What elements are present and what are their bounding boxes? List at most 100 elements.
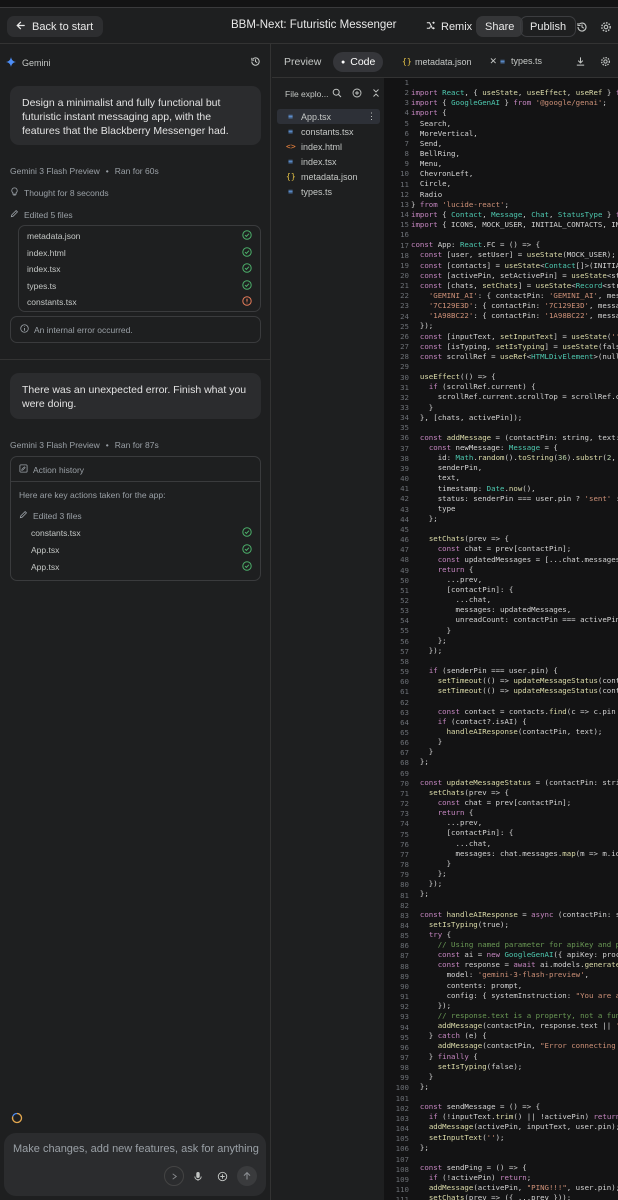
code-line: setIsTyping(false); [437, 1061, 523, 1071]
explorer-file-constants[interactable]: ≡ constants.tsx [277, 124, 380, 139]
file-row[interactable]: types.ts [27, 278, 252, 294]
remix-button[interactable]: Remix [425, 16, 472, 37]
code-line: }); [411, 1000, 452, 1010]
file-row[interactable]: constants.tsx [31, 525, 252, 541]
tab-code[interactable]: ● Code [333, 52, 384, 72]
code-line: } [411, 402, 434, 412]
code-line: const addMessage = (contactPin: string, … [419, 432, 618, 442]
line-number: 104 [395, 1124, 409, 1134]
file-name: metadata.json [27, 231, 81, 241]
file-name: constants.tsx [27, 297, 77, 307]
close-icon[interactable]: ✕ [490, 56, 498, 67]
code-line: addMessage(activePin, "PING!!!", user.pi… [428, 1183, 618, 1193]
ts-file-icon: ≡ [500, 56, 505, 66]
file-name: index.html [27, 247, 66, 258]
line-number: 54 [400, 616, 409, 626]
attach-icon[interactable] [164, 1166, 184, 1186]
thought-toggle[interactable]: Thought for 8 seconds [10, 187, 109, 198]
code-line: [contactPin]: { [411, 828, 514, 838]
line-number: 88 [400, 961, 409, 971]
file-row[interactable]: index.tsx [27, 261, 252, 277]
explorer-file-index-html[interactable]: <> index.html [277, 139, 380, 154]
code-line: const [isTyping, setIsTyping] = useState… [419, 341, 618, 351]
assistant-name: Gemini [22, 58, 51, 68]
explorer-file-metadata[interactable]: {} metadata.json [277, 169, 380, 184]
line-number: 33 [400, 403, 409, 412]
file-tab-metadata[interactable]: {} metadata.json ✕ [402, 56, 497, 67]
file-row[interactable]: App.tsx [31, 542, 252, 558]
prompt-input[interactable]: Make changes, add new features, ask for … [13, 1143, 259, 1155]
share-button[interactable]: Share [476, 16, 524, 37]
code-line: useEffect(() => { [419, 372, 496, 382]
action-history-header[interactable]: Action history [19, 464, 84, 475]
code-line: Send, [411, 138, 443, 148]
code-line: }; [411, 1081, 429, 1091]
tsx-file-icon: ≡ [288, 127, 293, 136]
edited-files-list: metadata.json index.html index.tsx types… [18, 225, 261, 312]
file-tab-types[interactable]: ≡ types.ts [498, 56, 542, 66]
code-area[interactable]: import React, { useState, useEffect, use… [411, 78, 618, 1200]
download-icon[interactable] [575, 56, 586, 70]
publish-button[interactable]: Publish [520, 16, 577, 37]
file-name: index.tsx [27, 264, 61, 274]
line-number: 25 [400, 321, 409, 331]
tab-preview[interactable]: Preview [276, 52, 329, 72]
editor-tabs-bar: Preview ● Code {} metadata.json ✕ ≡ type… [272, 44, 618, 78]
add-circle-icon[interactable] [212, 1166, 232, 1186]
code-line: import { [411, 108, 447, 118]
explorer-file-label: index.html [301, 141, 343, 152]
line-number: 101 [395, 1093, 409, 1103]
back-to-start-button[interactable]: Back to start [7, 16, 104, 37]
code-line: }); [411, 879, 443, 889]
code-line: BellRing, [411, 148, 460, 158]
microphone-icon[interactable] [188, 1166, 208, 1186]
file-row[interactable]: constants.tsx [27, 294, 252, 310]
line-number: 10 [400, 169, 409, 179]
file-row[interactable]: index.html [27, 245, 252, 261]
explorer-file-types[interactable]: ≡ types.ts [277, 184, 380, 199]
explorer-file-index-tsx[interactable]: ≡ index.tsx [277, 154, 380, 169]
json-file-icon: {} [402, 57, 412, 66]
model-name: Gemini 3 Flash Preview [10, 440, 100, 450]
code-line: setChats(prev => { [428, 787, 509, 797]
line-number: 87 [400, 951, 409, 961]
line-number: 26 [400, 331, 409, 341]
action-history-title: Action history [33, 464, 85, 475]
line-number: 107 [395, 1154, 409, 1164]
code-line: setInputText(''); [428, 1132, 505, 1142]
more-vertical-icon[interactable]: ⋮ [367, 111, 376, 122]
line-number: 83 [400, 910, 409, 920]
code-line: setChats(prev => ({ ...prev })); [428, 1193, 572, 1200]
code-editor[interactable]: 1 2 3 4 5 6 7 8 9 10 11 12 13 14 15 16 17 18 19 20 21 22 23 24 2… [384, 78, 618, 1200]
check-circle-icon [242, 527, 252, 539]
code-line: setIsTyping(true); [428, 919, 509, 929]
settings-gear-icon[interactable] [600, 21, 613, 34]
line-number: 27 [400, 342, 409, 352]
add-file-icon[interactable] [352, 88, 362, 101]
line-number: 42 [400, 494, 409, 504]
line-number: 6 [404, 128, 409, 138]
check-circle-icon [242, 544, 252, 556]
code-line: scrollRef.current.scrollTop = scrollRef.… [437, 392, 618, 402]
line-number: 100 [395, 1083, 409, 1093]
line-number: 64 [400, 717, 409, 727]
editor-settings-icon[interactable] [600, 56, 611, 70]
line-number: 53 [400, 606, 409, 616]
file-row[interactable]: App.tsx [31, 559, 252, 575]
history-icon[interactable] [576, 21, 589, 34]
collapse-icon[interactable] [372, 88, 380, 101]
search-icon[interactable] [332, 88, 342, 101]
code-line: } [411, 1071, 434, 1081]
line-number: 51 [400, 585, 409, 595]
file-row[interactable]: metadata.json [27, 228, 252, 244]
line-number: 66 [400, 738, 409, 748]
code-line: } [411, 747, 434, 757]
line-number: 74 [400, 819, 409, 829]
chat-history-icon[interactable] [250, 56, 261, 67]
run-duration: Ran for 87s [114, 440, 159, 450]
code-line: messages: updatedMessages, [411, 605, 572, 615]
explorer-file-label: App.tsx [301, 111, 332, 122]
send-arrow-icon[interactable] [237, 1166, 257, 1186]
explorer-file-app-tsx[interactable]: ≡ App.tsx ⋮ [277, 109, 380, 124]
